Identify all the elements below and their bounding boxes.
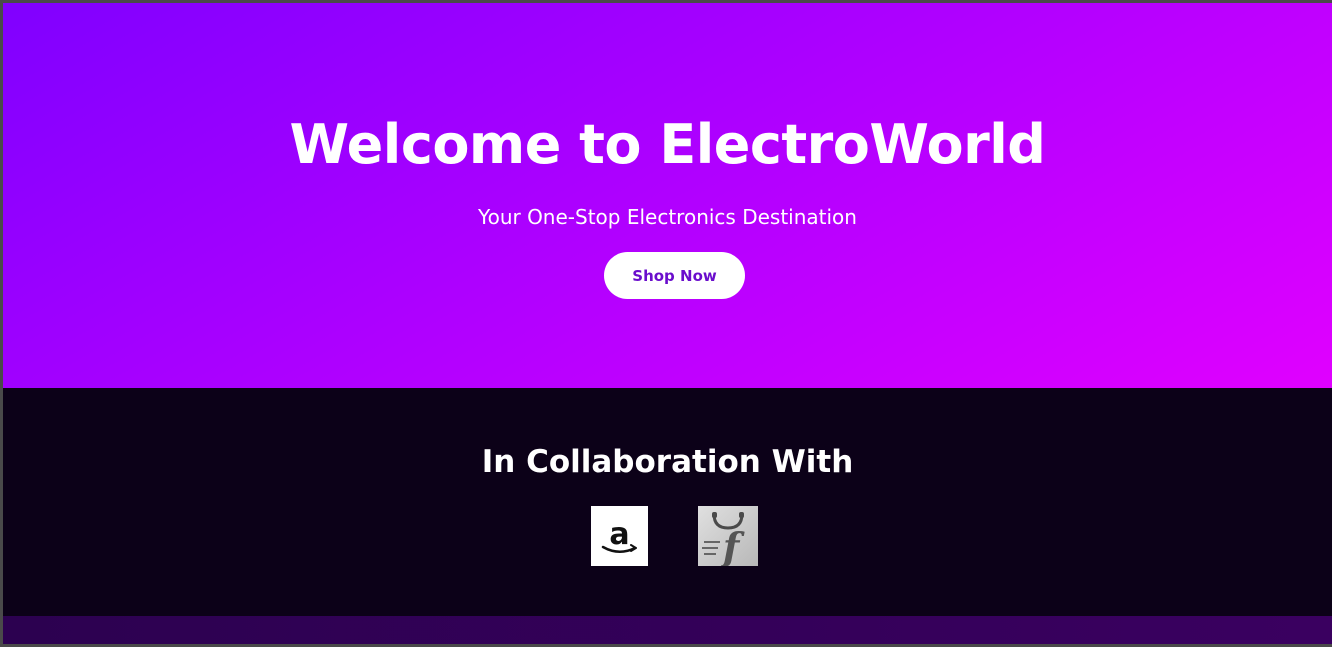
- hero-title: Welcome to ElectroWorld: [289, 113, 1046, 176]
- partner-amazon-link[interactable]: a: [591, 506, 648, 566]
- footer-strip: [3, 616, 1332, 644]
- collaboration-title: In Collaboration With: [481, 444, 854, 480]
- partner-flipkart-link[interactable]: f: [698, 506, 758, 566]
- shop-now-button[interactable]: Shop Now: [604, 252, 745, 299]
- svg-text:f: f: [720, 524, 745, 566]
- page-frame: Welcome to ElectroWorld Your One-Stop El…: [3, 3, 1332, 644]
- hero-subtitle: Your One-Stop Electronics Destination: [478, 205, 857, 229]
- flipkart-logo-icon: f: [702, 512, 745, 566]
- hero-section: Welcome to ElectroWorld Your One-Stop El…: [3, 3, 1332, 388]
- amazon-logo-icon: a: [601, 517, 637, 553]
- svg-text:a: a: [609, 517, 629, 552]
- collaboration-section: In Collaboration With a f: [3, 388, 1332, 616]
